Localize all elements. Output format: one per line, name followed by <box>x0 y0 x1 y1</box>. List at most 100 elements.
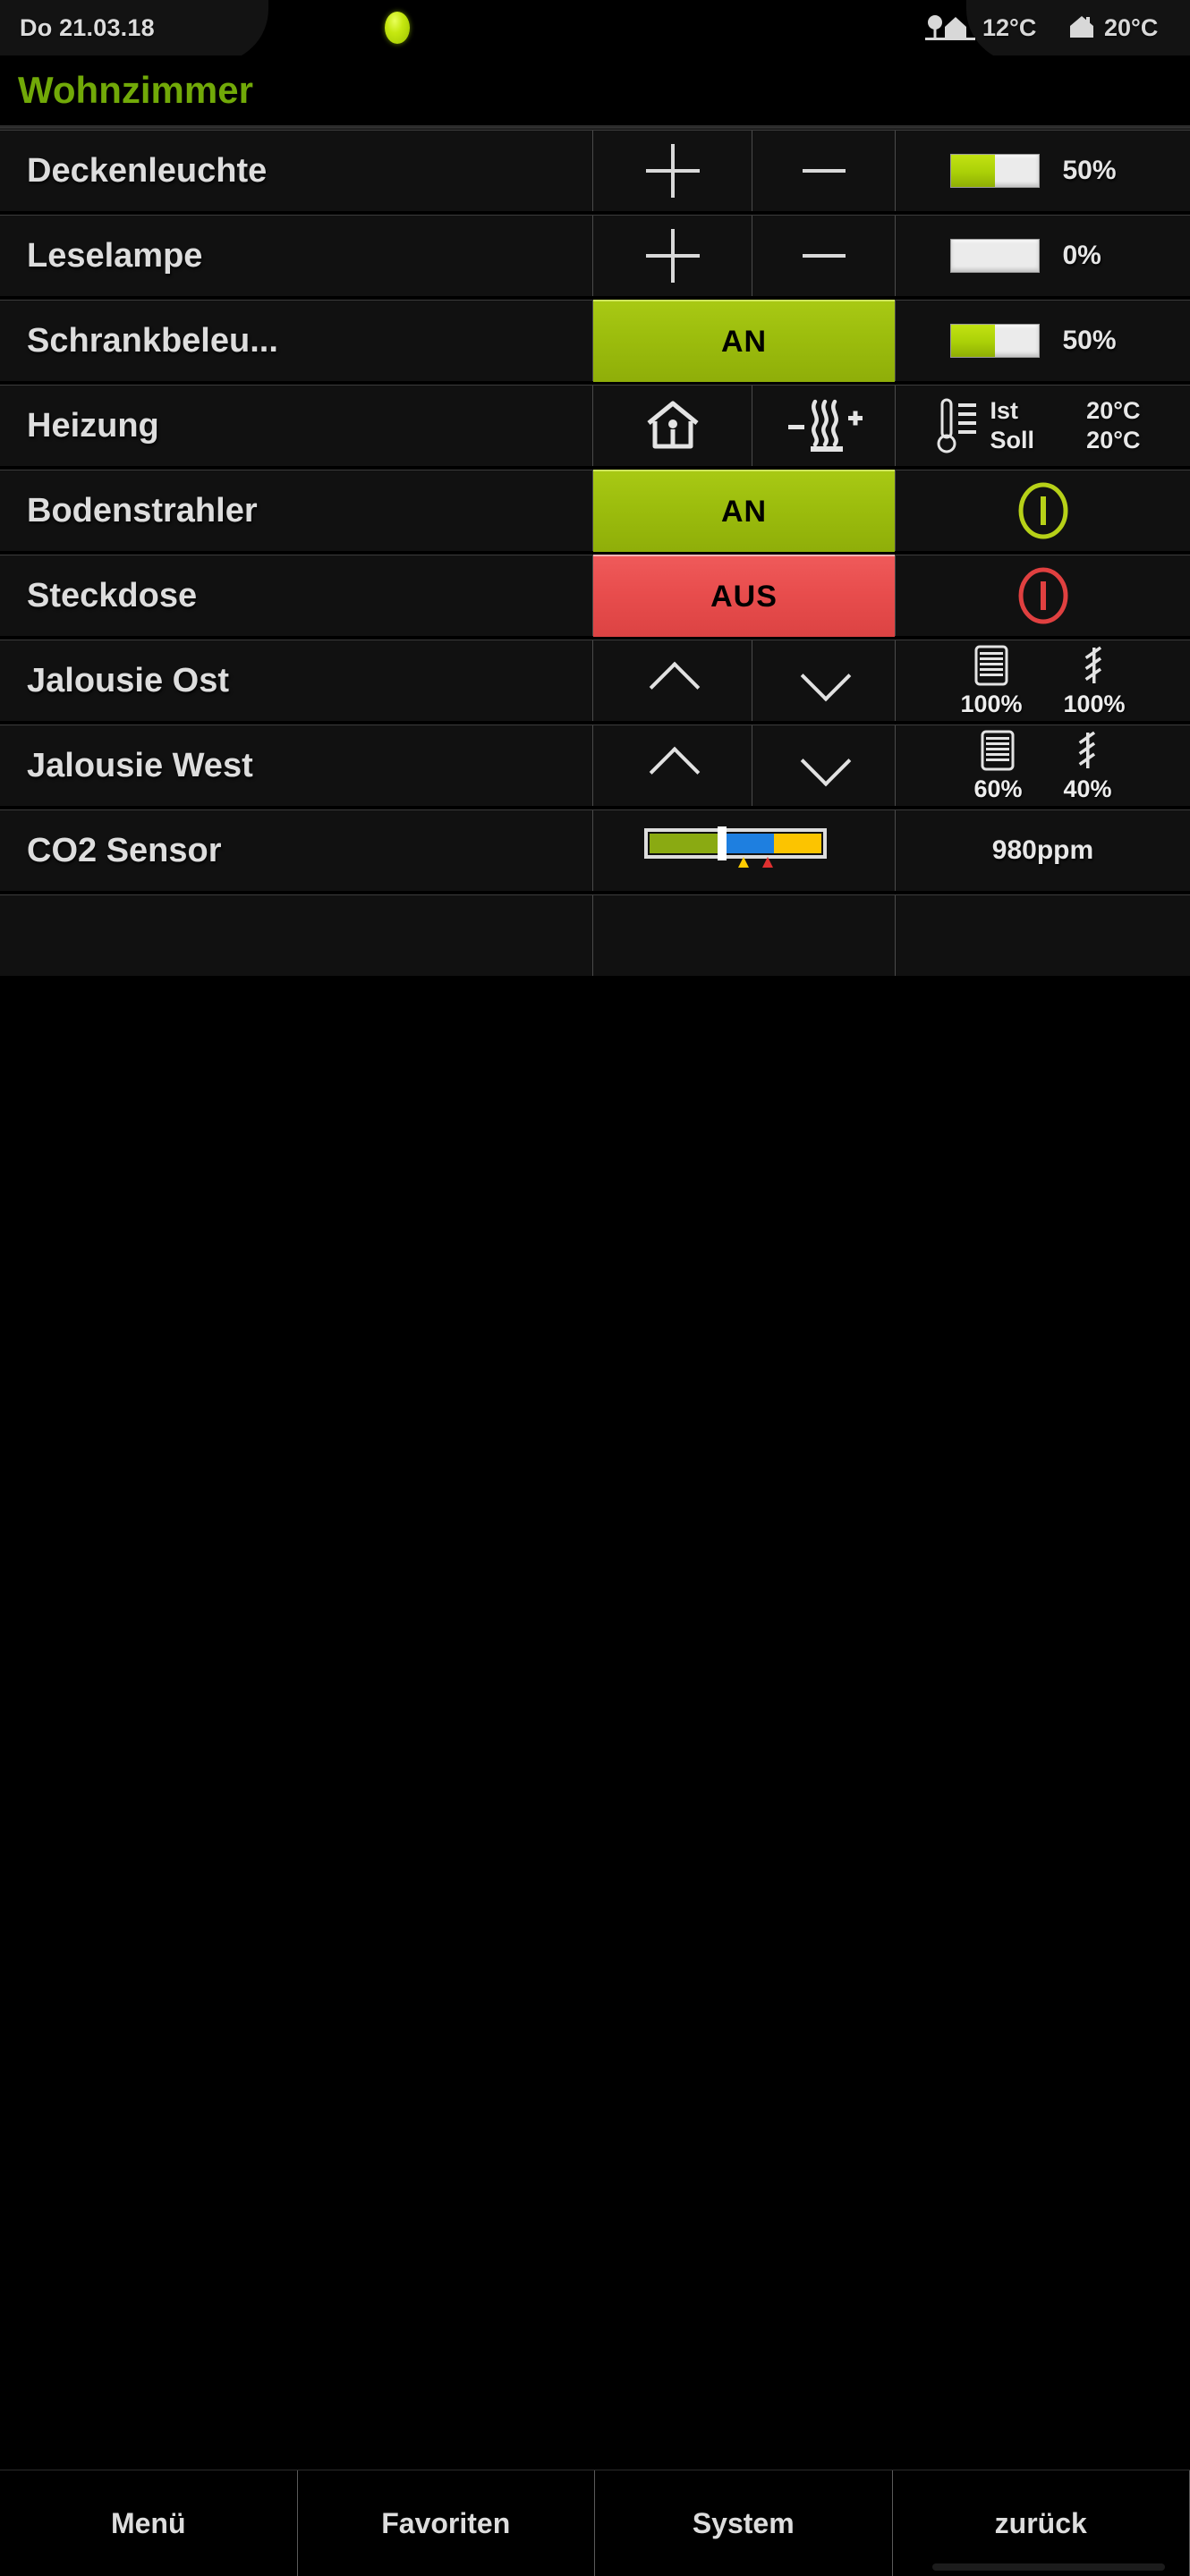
actual-temp-value: 20°C <box>1086 397 1141 424</box>
table-row-heizung[interactable]: Heizung Ist 20°C Soll 20°C <box>0 385 1190 467</box>
row-label-cell: Deckenleuchte <box>0 131 592 211</box>
target-temp-value: 20°C <box>1086 427 1141 453</box>
thermometer-icon <box>937 398 976 453</box>
table-row-schrankbeleuchtung[interactable]: Schrankbeleu... AN 50% <box>0 300 1190 382</box>
heating-mode-button[interactable] <box>592 386 752 466</box>
row-value-cell-empty <box>895 895 1190 976</box>
slat-angle-icon <box>1084 646 1102 683</box>
nav-button-menu[interactable]: Menü <box>0 2470 298 2576</box>
blind-position-value: 100% <box>960 690 1023 717</box>
bottom-navigation: Menü Favoriten System zurück <box>0 2470 1190 2576</box>
dimmer-down-button-deckenleuchte[interactable] <box>752 131 895 211</box>
heating-adjust-button[interactable] <box>752 386 895 466</box>
chevron-up-icon <box>649 657 697 705</box>
status-indicator-cell-steckdose <box>895 555 1190 636</box>
toggle-button-bodenstrahler[interactable]: AN <box>592 470 895 552</box>
status-led-icon <box>385 12 410 44</box>
nav-button-favoriten[interactable]: Favoriten <box>298 2470 595 2576</box>
row-label-cell: Jalousie West <box>0 725 592 806</box>
indoor-temperature-value: 20°C <box>1104 13 1159 41</box>
co2-gauge-cell <box>592 810 895 891</box>
device-name: Leselampe <box>27 236 203 275</box>
table-row-jalousie-west[interactable]: Jalousie West 60% 40% <box>0 724 1190 807</box>
blind-status-cell-ost[interactable]: 100% 100% <box>895 640 1190 721</box>
dimmer-level-cell-deckenleuchte[interactable]: 50% <box>895 131 1190 211</box>
co2-value-cell: 980ppm <box>895 810 1190 891</box>
tree-house-icon <box>925 15 975 40</box>
table-row-bodenstrahler[interactable]: Bodenstrahler AN <box>0 470 1190 552</box>
page-title: Wohnzimmer <box>18 69 253 111</box>
power-off-icon <box>1018 567 1067 624</box>
plus-icon <box>645 144 700 198</box>
blind-up-button-ost[interactable] <box>592 640 752 721</box>
plus-icon <box>645 229 700 283</box>
page-header: Wohnzimmer <box>0 55 1190 127</box>
dimmer-up-button-leselampe[interactable] <box>592 216 752 296</box>
chevron-down-icon <box>800 741 848 790</box>
minus-icon <box>797 144 851 198</box>
status-indicator-cell-bodenstrahler <box>895 470 1190 551</box>
chevron-up-icon <box>649 741 697 790</box>
blind-down-button-ost[interactable] <box>752 640 895 721</box>
dimmer-down-button-leselampe[interactable] <box>752 216 895 296</box>
outdoor-temperature-group: 12°C <box>925 13 1052 43</box>
dimmer-level-cell-leselampe[interactable]: 0% <box>895 216 1190 296</box>
slat-angle-value: 100% <box>1063 690 1126 717</box>
power-on-icon <box>1018 482 1067 539</box>
device-name: Bodenstrahler <box>27 491 258 530</box>
slat-angle-icon <box>1078 731 1095 768</box>
row-label-cell: Schrankbeleu... <box>0 301 592 381</box>
dimmer-up-button-deckenleuchte[interactable] <box>592 131 752 211</box>
table-row-deckenleuchte[interactable]: Deckenleuchte 50% <box>0 130 1190 212</box>
row-middle-cell-empty <box>592 895 895 976</box>
slat-angle-value: 40% <box>1063 775 1112 802</box>
status-date: Do 21.03.18 <box>20 13 155 41</box>
toggle-button-steckdose[interactable]: AUS <box>592 555 895 637</box>
table-row-leselampe[interactable]: Leselampe 0% <box>0 215 1190 297</box>
brightness-slider-deckenleuchte[interactable] <box>949 154 1040 188</box>
house-icon <box>1070 16 1093 38</box>
minus-icon <box>797 229 851 283</box>
nav-button-system[interactable]: System <box>595 2470 893 2576</box>
outdoor-temperature-value: 12°C <box>982 13 1037 41</box>
toggle-state-label: AUS <box>593 555 895 637</box>
brightness-value: 50% <box>1062 326 1117 355</box>
row-label-cell: Bodenstrahler <box>0 470 592 551</box>
home-indicator <box>932 2563 1165 2571</box>
blind-position-group-ost: 100% <box>960 644 1023 718</box>
slider-fill <box>950 155 995 187</box>
table-row-steckdose[interactable]: Steckdose AUS <box>0 555 1190 637</box>
toggle-state-label: AN <box>593 300 895 382</box>
slider-fill <box>950 325 995 357</box>
status-bar: Do 21.03.18 12°C 20°C <box>0 0 1190 55</box>
row-label-cell: Jalousie Ost <box>0 640 592 721</box>
toggle-state-label: AN <box>593 470 895 552</box>
device-name: Deckenleuchte <box>27 151 268 190</box>
slat-angle-group-ost: 100% <box>1064 644 1126 718</box>
brightness-slider-leselampe[interactable] <box>949 239 1040 273</box>
status-bar-right: 12°C 20°C <box>925 0 1174 55</box>
heating-minus-plus-icon <box>787 399 863 452</box>
nav-button-zurueck[interactable]: zurück <box>893 2470 1190 2576</box>
row-label-cell: Heizung <box>0 386 592 466</box>
device-name: Jalousie Ost <box>27 661 229 699</box>
indoor-temperature-group: 20°C <box>1067 13 1174 42</box>
device-name: Jalousie West <box>27 746 253 784</box>
blind-position-value: 60% <box>973 775 1023 802</box>
brightness-value: 0% <box>1062 241 1101 270</box>
toggle-button-schrankbeleuchtung[interactable]: AN <box>592 300 895 382</box>
blind-position-icon <box>981 730 1015 770</box>
device-name: Heizung <box>27 406 159 445</box>
table-row-co2-sensor[interactable]: CO2 Sensor 980ppm <box>0 809 1190 892</box>
device-name: Schrankbeleu... <box>27 321 278 360</box>
heating-temperature-cell[interactable]: Ist 20°C Soll 20°C <box>895 386 1190 466</box>
brightness-slider-schrankbeleuchtung[interactable] <box>949 324 1040 358</box>
table-row-jalousie-ost[interactable]: Jalousie Ost 100% 100% <box>0 640 1190 722</box>
blind-up-button-west[interactable] <box>592 725 752 806</box>
blind-down-button-west[interactable] <box>752 725 895 806</box>
slat-angle-group-west: 40% <box>1064 729 1112 803</box>
blind-status-cell-west[interactable]: 60% 40% <box>895 725 1190 806</box>
device-name: Steckdose <box>27 576 198 614</box>
device-list: Deckenleuchte 50% Leselampe 0% Schrankbe… <box>0 130 1190 977</box>
dimmer-level-cell-schrankbeleuchtung[interactable]: 50% <box>895 301 1190 381</box>
